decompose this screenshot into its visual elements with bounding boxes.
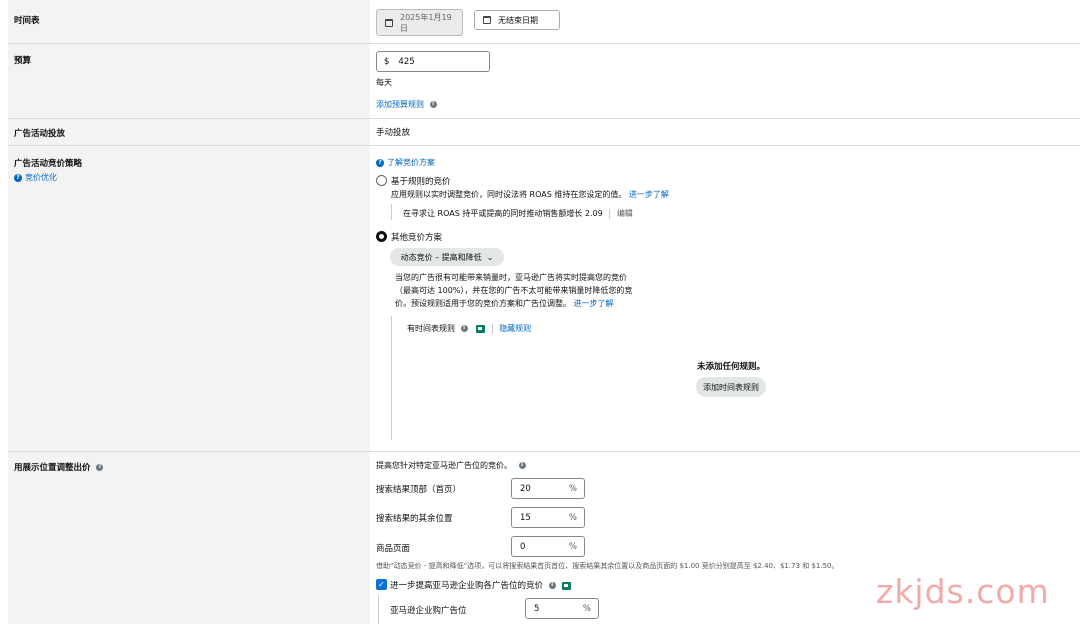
placement-note: 借助“动态竞价 - 提高和降低”选项，可以将搜索结果首页首位、搜索结果其余位置以… <box>376 562 839 570</box>
add-budget-rule-link[interactable]: 添加预算规则 i <box>376 99 437 110</box>
placement-intro: 提高您针对特定亚马逊广告位的竞价。 i <box>376 460 526 471</box>
start-date-line2: 日 <box>400 23 408 33</box>
hide-rules-link[interactable]: 隐藏规则 <box>499 324 531 333</box>
info-icon: i <box>96 464 104 471</box>
business-row-label: 亚马逊企业购广告位 <box>390 606 467 616</box>
info-icon: i <box>429 101 437 108</box>
rule-badge-icon <box>562 581 572 590</box>
add-budget-rule-label: 添加预算规则 <box>376 100 424 109</box>
budget-input[interactable]: $ 425 <box>376 51 490 72</box>
budget-period: 每天 <box>376 78 392 87</box>
other-bidding-radio[interactable] <box>376 231 387 242</box>
no-rules-message: 未添加任何规则。 <box>697 362 766 372</box>
info-icon: i <box>548 582 556 589</box>
help-icon: ? <box>376 158 384 167</box>
placement-row-label: 商品页面 <box>376 544 411 554</box>
rules-panel-border <box>391 316 392 440</box>
rule-based-radio[interactable] <box>376 175 387 186</box>
indent-line <box>378 595 379 624</box>
other-bidding-description: 当您的广告很有可能带来销量时，亚马逊广告将实时提高您的竞价 （最高可达 100%… <box>395 271 632 310</box>
business-value: 5 <box>534 603 540 614</box>
bidding-strategy-value: 动态竞价 – 提高和降低 <box>400 252 482 262</box>
watermark: zkjds.com <box>876 572 1050 611</box>
placement-row-label: 搜索结果的其余位置 <box>376 514 453 524</box>
section-divider <box>8 451 1080 452</box>
start-date-line1: 2025年1月19 <box>400 12 452 22</box>
percent-unit: % <box>568 512 577 523</box>
separator <box>609 208 611 219</box>
delivery-label: 广告活动投放 <box>14 129 66 139</box>
learn-bidding-link[interactable]: ? 了解竞价方案 <box>376 157 435 168</box>
separator <box>491 323 493 334</box>
help-icon: ? <box>14 173 22 182</box>
placement-value: 15 <box>520 512 531 523</box>
other-bidding-label: 其他竞价方案 <box>391 233 443 243</box>
bidding-strategy-dropdown[interactable]: 动态竞价 – 提高和降低 ⌄ <box>390 248 504 266</box>
percent-unit: % <box>582 603 591 614</box>
rule-based-label: 基于规则的竞价 <box>391 177 451 187</box>
label-column <box>8 0 370 624</box>
business-checkbox-text: 进一步提高亚马逊企业购各广告位的竞价 <box>390 581 544 591</box>
bid-optimization-link[interactable]: ? 竞价优化 <box>14 172 57 183</box>
business-placement-checkbox[interactable]: ✓ <box>376 579 387 590</box>
end-date-field[interactable]: 无结束日期 <box>474 10 560 30</box>
placement-value: 0 <box>520 541 526 552</box>
calendar-icon <box>483 16 491 24</box>
info-icon: i <box>460 325 468 332</box>
edit-link[interactable]: 编辑 <box>617 209 633 218</box>
bidding-label: 广告活动竞价策略 <box>14 159 83 169</box>
currency-symbol: $ <box>384 56 390 67</box>
learn-bidding-label: 了解竞价方案 <box>387 158 435 167</box>
placement-row-label: 搜索结果顶部（首页） <box>376 485 462 495</box>
placement-label: 用展示位置调整出价 i <box>14 461 104 473</box>
indent-line <box>391 204 392 220</box>
rule-based-description: 应用规则以实时调整竞价，同时设法将 ROAS 维持在您设定的值。 进一步了解 <box>391 189 669 200</box>
start-date-field[interactable]: 2025年1月19 日 <box>376 9 463 36</box>
add-schedule-rule-button[interactable]: 添加时间表规则 <box>696 377 766 397</box>
percent-unit: % <box>568 483 577 494</box>
add-schedule-rule-label: 添加时间表规则 <box>703 382 759 392</box>
percent-unit: % <box>568 541 577 552</box>
section-divider <box>8 43 1080 44</box>
placement-label-text: 用展示位置调整出价 <box>14 463 91 473</box>
placement-intro-text: 提高您针对特定亚马逊广告位的竞价。 <box>376 461 512 470</box>
rule-based-desc-text: 应用规则以实时调整竞价，同时设法将 ROAS 维持在您设定的值。 <box>391 190 627 199</box>
other-desc-line3: 价。预设规则适用于您的竞价方案和广告位调整。 <box>395 299 571 308</box>
budget-label: 预算 <box>14 56 32 66</box>
schedule-rules-header: 有时间表规则 i 隐藏规则 <box>407 323 531 334</box>
business-placement-input[interactable]: 5 % <box>525 598 599 619</box>
other-learn-more-link[interactable]: 进一步了解 <box>574 299 614 308</box>
top-of-search-input[interactable]: 20 % <box>511 478 585 499</box>
bid-optimization-label: 竞价优化 <box>25 173 57 182</box>
rule-based-learn-more-link[interactable]: 进一步了解 <box>629 190 669 199</box>
info-icon: i <box>518 462 526 469</box>
product-pages-input[interactable]: 0 % <box>511 536 585 557</box>
business-checkbox-label: 进一步提高亚马逊企业购各广告位的竞价 i <box>390 579 572 591</box>
rule-based-detail: 在寻求让 ROAS 持平或提高的同时推动销售额增长 2.09 编辑 <box>403 208 633 219</box>
section-divider <box>8 145 1080 146</box>
section-divider <box>8 118 1080 119</box>
other-desc-line2: （最高可达 100%），并在您的广告不太可能带来销量时降低您的竞 <box>395 286 633 295</box>
placement-value: 20 <box>520 483 531 494</box>
rule-based-detail-text: 在寻求让 ROAS 持平或提高的同时推动销售额增长 2.09 <box>403 209 603 218</box>
schedule-label: 时间表 <box>14 16 40 26</box>
rest-of-search-input[interactable]: 15 % <box>511 507 585 528</box>
calendar-icon <box>385 18 393 27</box>
chevron-down-icon: ⌄ <box>486 252 494 262</box>
rule-badge-icon <box>476 324 486 333</box>
budget-value: 425 <box>398 56 415 67</box>
delivery-value: 手动投放 <box>376 128 411 138</box>
other-desc-line1: 当您的广告很有可能带来销量时，亚马逊广告将实时提高您的竞价 <box>395 273 627 282</box>
end-date-value: 无结束日期 <box>498 15 538 25</box>
schedule-rules-label: 有时间表规则 <box>407 324 455 333</box>
